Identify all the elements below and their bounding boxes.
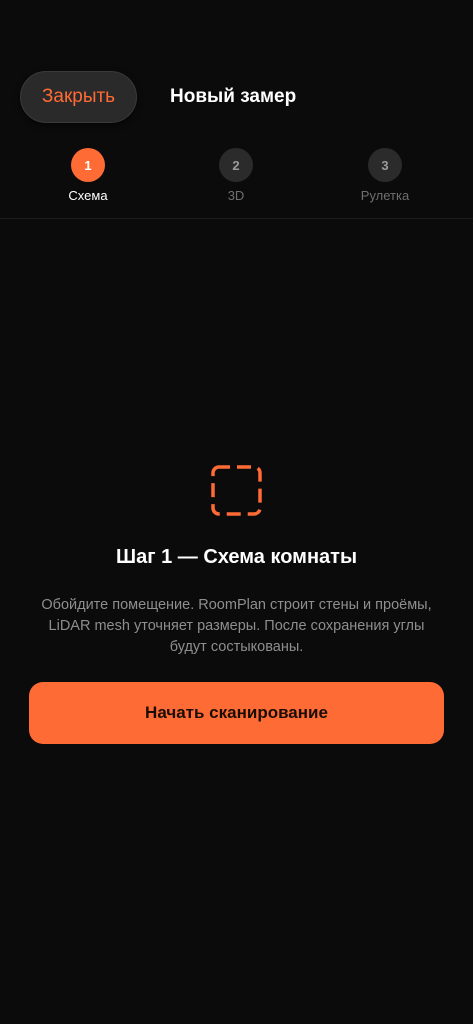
divider [0, 218, 473, 219]
close-button[interactable]: Закрыть [20, 71, 137, 123]
step-3[interactable]: 3 Рулетка [325, 148, 445, 203]
step-description: Обойдите помещение. RoomPlan строит стен… [41, 597, 432, 655]
page-title: Новый замер [170, 86, 297, 107]
step-3-label: Рулетка [360, 188, 410, 203]
step-1-number: 1 [71, 148, 105, 182]
step-2[interactable]: 2 3D [176, 148, 296, 203]
step-1[interactable]: 1 Схема [28, 148, 148, 203]
step-2-number: 2 [219, 148, 253, 182]
header: Закрыть Новый замер [0, 0, 473, 140]
step-1-label: Схема [68, 188, 108, 203]
dashed-frame-icon [211, 465, 262, 516]
step-indicator: 1 Схема 2 3D 3 Рулетка [0, 148, 473, 218]
step-2-label: 3D [227, 188, 245, 203]
start-scan-button[interactable]: Начать сканирование [29, 682, 444, 744]
step-heading: Шаг 1 — Схема комнаты [115, 546, 358, 568]
step-3-number: 3 [368, 148, 402, 182]
